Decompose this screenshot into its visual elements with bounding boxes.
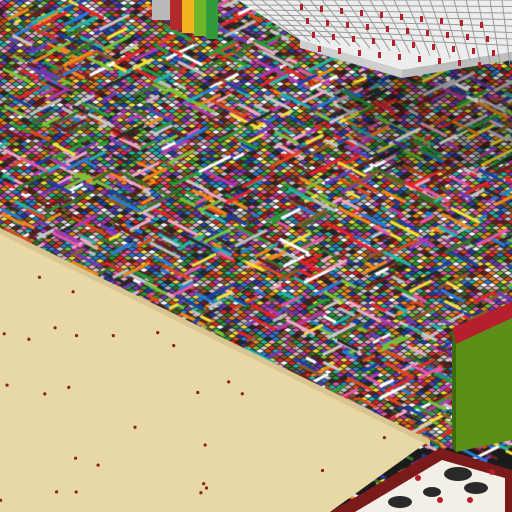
red-post: [480, 22, 483, 28]
red-post: [392, 40, 395, 46]
sand-dot: [133, 425, 137, 429]
red-post: [360, 10, 363, 16]
sand-dot: [172, 343, 176, 348]
red-post: [472, 48, 475, 54]
structure-shadow: [330, 58, 512, 175]
red-post: [498, 64, 501, 70]
sand-dot: [202, 482, 206, 486]
red-post: [320, 6, 323, 12]
red-post: [378, 52, 381, 58]
red-post: [346, 22, 349, 28]
red-post: [446, 32, 449, 38]
red-post: [440, 18, 443, 24]
sand-dot: [204, 486, 209, 490]
red-post: [312, 32, 315, 38]
red-post: [380, 12, 383, 18]
sand-dot: [111, 333, 115, 338]
sand-dot: [320, 468, 325, 473]
red-post: [400, 14, 403, 20]
red-post: [398, 54, 401, 60]
red-post: [420, 16, 423, 22]
red-post: [426, 30, 429, 36]
sand-dot: [54, 490, 59, 494]
sand-dot: [71, 290, 75, 294]
sand-dot: [156, 331, 160, 335]
color-block: [206, 0, 218, 39]
red-post: [340, 8, 343, 14]
red-post: [458, 60, 461, 66]
sand-dot: [27, 337, 31, 341]
white-building: [238, 0, 512, 78]
red-post: [338, 48, 341, 54]
red-post: [306, 18, 309, 24]
red-post: [460, 20, 463, 26]
color-blocks: [152, 0, 218, 39]
red-post: [478, 62, 481, 68]
red-post: [366, 24, 369, 30]
red-post: [326, 20, 329, 26]
red-post: [412, 42, 415, 48]
red-post: [492, 50, 495, 56]
red-post: [432, 44, 435, 50]
color-block: [170, 0, 182, 30]
red-post: [332, 34, 335, 40]
sand-dot: [2, 332, 6, 336]
red-post: [372, 38, 375, 44]
red-post: [452, 46, 455, 52]
red-post: [386, 26, 389, 32]
red-post: [406, 28, 409, 34]
red-post: [486, 36, 489, 42]
green-block: [452, 302, 512, 452]
sand-dot: [240, 392, 244, 396]
game-viewport[interactable]: [0, 0, 512, 512]
scene-overlay: [0, 0, 512, 512]
color-block: [182, 0, 194, 33]
sand-dot: [5, 383, 9, 387]
sand-dot: [199, 491, 203, 495]
sand-dot: [43, 392, 47, 396]
sand-dot: [382, 436, 387, 440]
sand-dot: [196, 390, 200, 395]
red-post: [300, 4, 303, 10]
gray-block: [152, 0, 170, 20]
red-post: [318, 46, 321, 52]
red-post: [352, 36, 355, 42]
sand-dot: [74, 333, 79, 338]
sand-dot: [96, 463, 100, 467]
red-post: [466, 34, 469, 40]
sand-dot: [37, 275, 42, 279]
color-block: [194, 0, 206, 36]
sand-dot: [73, 456, 78, 460]
sand-dot: [67, 385, 71, 389]
red-post: [418, 56, 421, 62]
sand-dot: [74, 490, 78, 494]
sand-dot: [53, 326, 57, 330]
red-post: [358, 50, 361, 56]
sand-dot: [227, 380, 231, 384]
red-post: [438, 58, 441, 64]
sand-floor[interactable]: [0, 228, 430, 512]
sand-dot: [203, 443, 207, 447]
